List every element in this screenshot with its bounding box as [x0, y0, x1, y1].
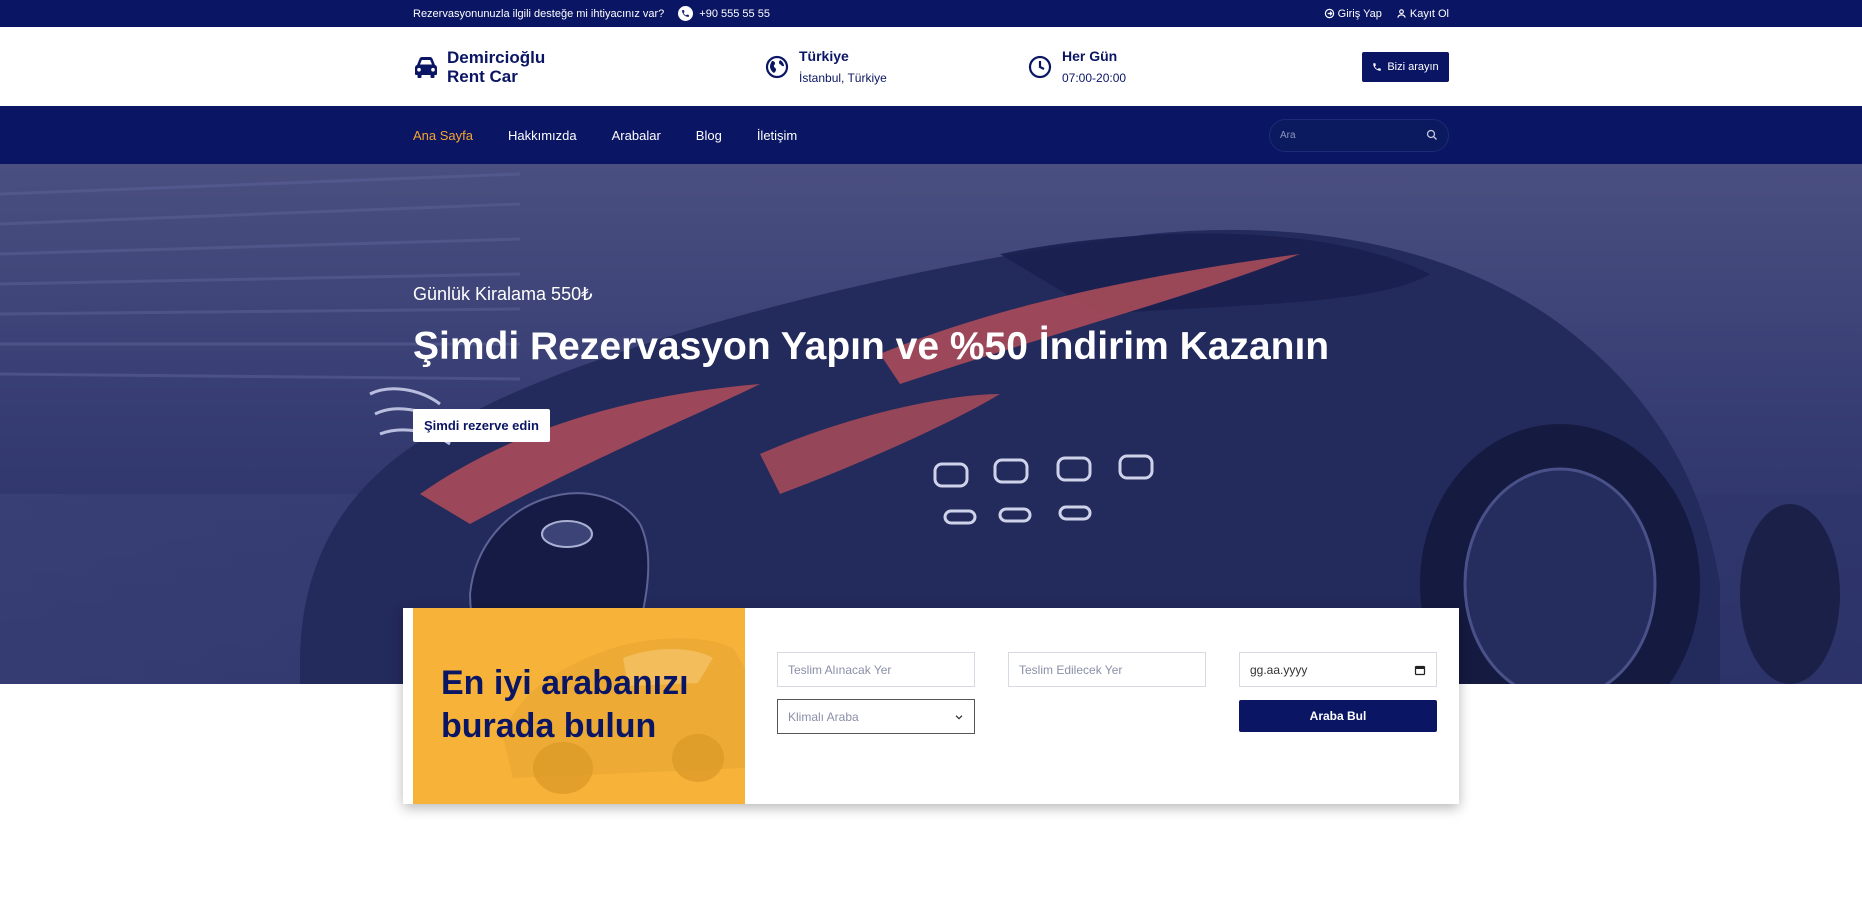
- chevron-down-icon: [955, 714, 963, 720]
- booking-form: gg.aa.yyyy Klimalı Araba Araba Bul: [745, 608, 1459, 804]
- phone-icon: [1373, 62, 1382, 71]
- booking-heading: En iyi arabanızı burada bulun: [441, 664, 689, 745]
- date-input[interactable]: gg.aa.yyyy: [1250, 663, 1307, 677]
- nav-item-contact[interactable]: İletişim: [757, 128, 797, 143]
- brand-line-2: Rent Car: [447, 66, 518, 86]
- phone-icon: [678, 6, 694, 21]
- booking-promo: En iyi arabanızı burada bulun: [413, 608, 745, 804]
- booking-card: En iyi arabanızı burada bulun gg.aa.yyyy…: [403, 608, 1459, 804]
- dropoff-location-field: [1008, 652, 1206, 687]
- location-sub: İstanbul, Türkiye: [799, 71, 887, 85]
- search-input[interactable]: [1280, 129, 1426, 141]
- clock-icon: [1028, 55, 1052, 78]
- hero-content: Günlük Kiralama 550₺ Şimdi Rezervasyon Y…: [413, 284, 1329, 442]
- hours-title: Her Gün: [1062, 48, 1118, 64]
- login-link[interactable]: Giriş Yap: [1324, 8, 1382, 20]
- nav-item-cars[interactable]: Arabalar: [612, 128, 661, 143]
- globe-icon: [765, 55, 789, 78]
- hours-info: Her Gün 07:00-20:00: [1028, 48, 1359, 85]
- top-bar: Rezervasyonunuzla ilgili desteğe mi ihti…: [0, 0, 1862, 27]
- register-link[interactable]: Kayıt Ol: [1396, 8, 1449, 20]
- hero-subtitle: Günlük Kiralama 550₺: [413, 284, 593, 304]
- phone-number: +90 555 55 55: [699, 7, 770, 20]
- login-icon: [1324, 8, 1334, 19]
- pickup-location-field: [777, 652, 975, 687]
- support-text: Rezervasyonunuzla ilgili desteğe mi ihti…: [413, 7, 665, 20]
- search-icon[interactable]: [1426, 129, 1438, 141]
- find-car-button[interactable]: Araba Bul: [1239, 700, 1437, 732]
- dropoff-location-input[interactable]: [1019, 662, 1195, 677]
- hero-banner: Günlük Kiralama 550₺ Şimdi Rezervasyon Y…: [0, 164, 1862, 684]
- topbar-phone[interactable]: +90 555 55 55: [678, 6, 770, 21]
- nav-item-about[interactable]: Hakkımızda: [508, 128, 577, 143]
- brand-line-1: Demircioğlu: [447, 47, 546, 67]
- user-icon: [1397, 9, 1406, 18]
- car-type-value: Klimalı Araba: [788, 709, 859, 724]
- search-box: [1269, 118, 1449, 152]
- hero-title: Şimdi Rezervasyon Yapın ve %50 İndirim K…: [413, 325, 1330, 368]
- main-nav: Ana Sayfa Hakkımızda Arabalar Blog İleti…: [0, 106, 1862, 164]
- location-title: Türkiye: [799, 48, 849, 64]
- car-icon: [415, 56, 437, 78]
- location-info: Türkiye İstanbul, Türkiye: [765, 48, 1028, 85]
- car-type-select[interactable]: Klimalı Araba: [777, 699, 975, 734]
- register-label: Kayıt Ol: [1409, 7, 1449, 20]
- reserve-now-button[interactable]: Şimdi rezerve edin: [413, 409, 550, 442]
- nav-item-blog[interactable]: Blog: [696, 128, 722, 143]
- pickup-location-input[interactable]: [788, 662, 964, 677]
- login-label: Giriş Yap: [1337, 7, 1382, 20]
- calendar-icon[interactable]: [1414, 664, 1426, 676]
- hours-sub: 07:00-20:00: [1062, 71, 1127, 85]
- nav-item-home[interactable]: Ana Sayfa: [413, 128, 473, 143]
- date-field[interactable]: gg.aa.yyyy: [1239, 652, 1437, 687]
- brand-logo[interactable]: Demircioğlu Rent Car: [413, 48, 765, 86]
- call-us-button[interactable]: Bizi arayın: [1362, 51, 1449, 82]
- site-header: Demircioğlu Rent Car Türkiye İstanbul, T…: [0, 27, 1862, 106]
- call-us-label: Bizi arayın: [1387, 60, 1439, 73]
